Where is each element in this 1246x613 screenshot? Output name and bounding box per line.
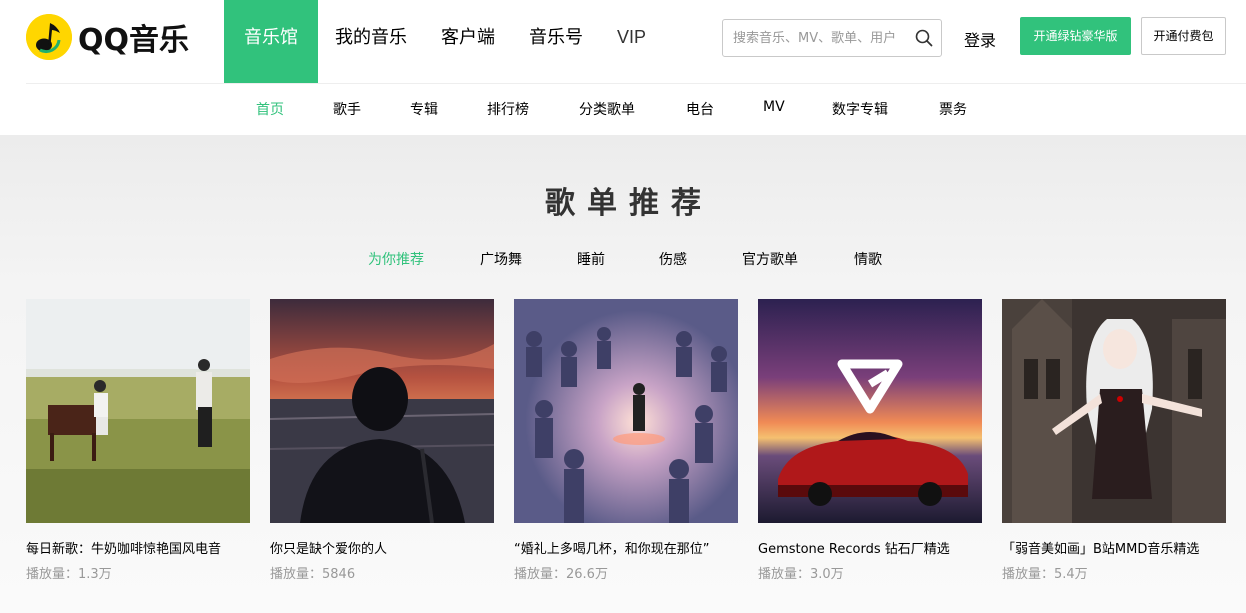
playlist-title[interactable]: 每日新歌：牛奶咖啡惊艳国风电音 bbox=[26, 538, 250, 557]
nav-item-my-music[interactable]: 我的音乐 bbox=[318, 0, 424, 83]
subnav-item-charts[interactable]: 排行榜 bbox=[487, 99, 529, 119]
category-tab-love-songs[interactable]: 情歌 bbox=[854, 249, 882, 269]
playlist-play-count: 播放量：5.4万 bbox=[1002, 567, 1088, 582]
playlist-cover-image[interactable] bbox=[1002, 299, 1226, 523]
category-tab-bedtime[interactable]: 睡前 bbox=[577, 249, 605, 269]
category-tab-sad[interactable]: 伤感 bbox=[659, 249, 687, 269]
playlist-title[interactable]: Gemstone Records 钻石厂精选 bbox=[758, 538, 982, 557]
search-input[interactable] bbox=[733, 20, 913, 56]
playlist-card[interactable]: 每日新歌：牛奶咖啡惊艳国风电音 播放量：1.3万 bbox=[26, 299, 250, 582]
subnav-item-tickets[interactable]: 票务 bbox=[939, 99, 967, 119]
main-nav: 音乐馆 我的音乐 客户端 音乐号 VIP bbox=[224, 0, 663, 83]
logo-text: QQ音乐 bbox=[78, 23, 190, 58]
playlist-card[interactable]: “婚礼上多喝几杯，和你现在那位” 播放量：26.6万 bbox=[514, 299, 738, 582]
subnav-item-digital-albums[interactable]: 数字专辑 bbox=[832, 99, 888, 119]
subnav-item-home[interactable]: 首页 bbox=[256, 99, 284, 119]
category-tab-for-you[interactable]: 为你推荐 bbox=[368, 249, 424, 269]
category-tab-official[interactable]: 官方歌单 bbox=[742, 249, 798, 269]
nav-item-music-hall[interactable]: 音乐馆 bbox=[224, 0, 318, 83]
top-header: QQ音乐 音乐馆 我的音乐 客户端 音乐号 VIP 登录 开通绿钻豪华版 开通付… bbox=[0, 0, 1246, 83]
search-icon[interactable] bbox=[915, 29, 933, 47]
nav-item-vip[interactable]: VIP bbox=[600, 0, 663, 83]
playlist-card[interactable]: Gemstone Records 钻石厂精选 播放量：3.0万 bbox=[758, 299, 982, 582]
logo-note-icon bbox=[26, 14, 72, 60]
nav-item-music-account[interactable]: 音乐号 bbox=[512, 0, 600, 83]
playlist-play-count: 播放量：26.6万 bbox=[514, 567, 608, 582]
playlist-play-count: 播放量：1.3万 bbox=[26, 567, 112, 582]
login-link[interactable]: 登录 bbox=[964, 27, 996, 51]
playlist-title[interactable]: 「弱音美如画」B站MMD音乐精选 bbox=[1002, 538, 1226, 557]
subnav-item-playlists[interactable]: 分类歌单 bbox=[579, 99, 635, 119]
sub-nav: 首页 歌手 专辑 排行榜 分类歌单 电台 MV 数字专辑 票务 bbox=[0, 84, 1246, 135]
open-green-diamond-button[interactable]: 开通绿钻豪华版 bbox=[1020, 17, 1131, 55]
nav-item-client[interactable]: 客户端 bbox=[424, 0, 512, 83]
qq-music-logo[interactable]: QQ音乐 bbox=[26, 14, 189, 60]
subnav-item-singers[interactable]: 歌手 bbox=[333, 99, 361, 119]
playlist-card[interactable]: 你只是缺个爱你的人 播放量：5846 bbox=[270, 299, 494, 582]
subnav-item-mv[interactable]: MV bbox=[763, 99, 785, 115]
open-paid-package-button[interactable]: 开通付费包 bbox=[1141, 17, 1226, 55]
playlist-cover-image[interactable] bbox=[514, 299, 738, 523]
playlist-cover-image[interactable] bbox=[26, 299, 250, 523]
search-box bbox=[722, 19, 942, 57]
playlist-title[interactable]: 你只是缺个爱你的人 bbox=[270, 538, 494, 557]
category-tab-square-dance[interactable]: 广场舞 bbox=[480, 249, 522, 269]
section-title: 歌单推荐 bbox=[545, 186, 713, 221]
playlist-play-count: 播放量：3.0万 bbox=[758, 567, 844, 582]
playlist-cover-image[interactable] bbox=[758, 299, 982, 523]
playlist-title[interactable]: “婚礼上多喝几杯，和你现在那位” bbox=[514, 538, 738, 557]
subnav-item-radio[interactable]: 电台 bbox=[686, 99, 714, 119]
playlist-recommend-section: 歌单推荐 为你推荐 广场舞 睡前 伤感 官方歌单 情歌 每日新歌：牛奶咖啡惊艳国… bbox=[0, 135, 1246, 613]
subnav-item-albums[interactable]: 专辑 bbox=[410, 99, 438, 119]
playlist-play-count: 播放量：5846 bbox=[270, 567, 356, 582]
playlist-cover-image[interactable] bbox=[270, 299, 494, 523]
playlist-card[interactable]: 「弱音美如画」B站MMD音乐精选 播放量：5.4万 bbox=[1002, 299, 1226, 582]
